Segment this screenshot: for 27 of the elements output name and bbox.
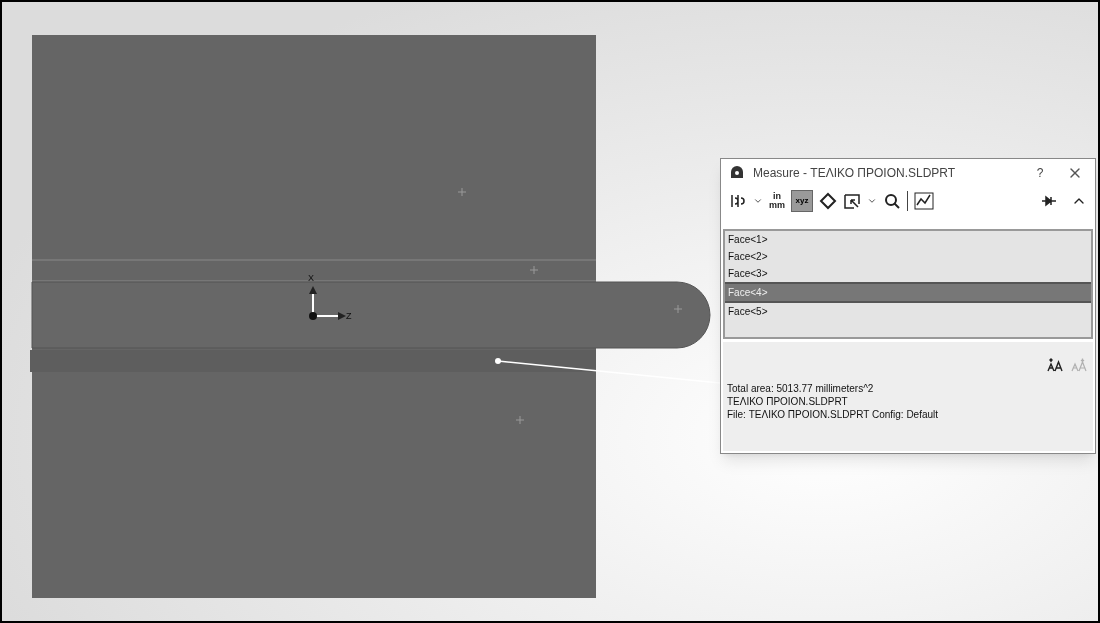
window-title: Measure - ΤΕΛΙΚΟ ΠΡΟΙΟΝ.SLDPRT (753, 165, 957, 182)
magnifier-icon[interactable] (883, 192, 901, 210)
axis-label: X (308, 272, 314, 285)
selection-item[interactable]: Face<4> (725, 282, 1091, 303)
result-line: File: ΤΕΛΙΚΟ ΠΡΟΙΟΝ.SLDPRT Config: Default (727, 408, 940, 421)
axis-triad-icon (309, 286, 346, 320)
selection-item[interactable]: Face<3> (725, 265, 1091, 282)
selection-item[interactable]: Face<5> (725, 303, 1091, 320)
cursor-frame-icon[interactable] (843, 192, 861, 210)
selection-item[interactable]: Face<1> (725, 231, 1091, 248)
origin-mark-icon (529, 265, 539, 275)
dropdown-icon[interactable] (867, 196, 877, 206)
increase-font-icon[interactable] (1047, 358, 1063, 372)
units-button[interactable]: in mm (769, 192, 785, 210)
selection-item[interactable]: Face<2> (725, 248, 1091, 265)
xyz-toggle-button[interactable]: xyz (791, 190, 813, 212)
result-line: Total area: 5013.77 millimeters^2 (727, 382, 875, 395)
help-button[interactable]: ? (1025, 164, 1055, 182)
graph-icon[interactable] (914, 192, 934, 210)
diamond-icon[interactable] (819, 192, 837, 210)
axis-label: Z (346, 310, 352, 323)
origin-mark-icon (673, 304, 683, 314)
dropdown-icon[interactable] (753, 196, 763, 206)
origin-mark-icon (457, 187, 467, 197)
dimension-icon[interactable] (729, 192, 747, 210)
result-line: ΤΕΛΙΚΟ ΠΡΟΙΟΝ.SLDPRT (727, 395, 849, 408)
origin-mark-icon (515, 415, 525, 425)
